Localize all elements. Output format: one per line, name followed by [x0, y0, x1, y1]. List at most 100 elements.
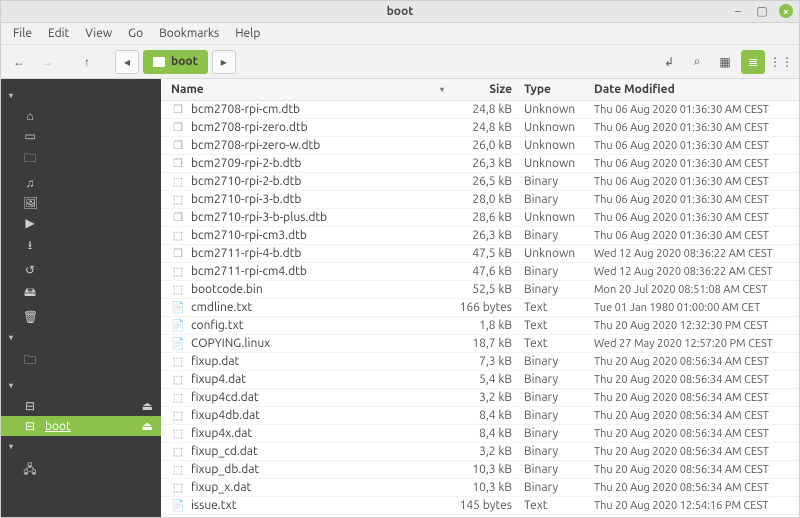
sidebar-item-label: Videos — [45, 217, 82, 230]
file-size-cell: 26,0 kB — [452, 139, 524, 152]
toolbar: ← → ↑ ◂ boot ▸ ↲ ⌕ ▦ ≣ ⋮⋮ — [1, 45, 799, 79]
file-row[interactable]: ⬚fixup4cd.dat3,2 kBBinaryThu 20 Aug 2020… — [161, 389, 799, 407]
file-size-cell: 5,4 kB — [452, 373, 524, 386]
sidebar-item-videos[interactable]: ▶Videos — [1, 213, 161, 233]
file-unk-icon: ❒ — [171, 121, 185, 135]
file-name-cell: ⬚bcm2710-rpi-3-b.dtb — [161, 193, 452, 207]
sidebar-group-network[interactable]: ▾Network — [1, 436, 161, 457]
file-date-cell: Thu 06 Aug 2020 01:36:30 AM CEST — [594, 122, 799, 134]
file-row[interactable]: ⬚fixup4x.dat8,4 kBBinaryThu 20 Aug 2020 … — [161, 425, 799, 443]
nav-forward-button[interactable]: → — [35, 50, 59, 74]
menu-bookmarks[interactable]: Bookmarks — [153, 25, 225, 42]
view-compact-button[interactable]: ⋮⋮ — [769, 50, 793, 74]
sidebar-item-coligo-simulation[interactable]: 🗀coligo-simulation — [1, 348, 161, 375]
file-row[interactable]: 📄config.txt1,8 kBTextThu 20 Aug 2020 12:… — [161, 317, 799, 335]
file-row[interactable]: ❒bcm2708-rpi-zero.dtb24,8 kBUnknownThu 0… — [161, 119, 799, 137]
column-size[interactable]: Size — [452, 83, 524, 96]
file-row[interactable]: ⬚fixup_x.dat10,3 kBBinaryThu 20 Aug 2020… — [161, 479, 799, 497]
file-size-cell: 8,4 kB — [452, 427, 524, 440]
sort-indicator-icon: ▾ — [440, 85, 444, 94]
file-row[interactable]: ⬚bcm2710-rpi-2-b.dtb26,5 kBBinaryThu 06 … — [161, 173, 799, 191]
sidebar-group-my-computer[interactable]: ▾My Computer — [1, 85, 161, 106]
sidebar-item-home[interactable]: ⌂Home — [1, 106, 161, 126]
home-icon: ⌂ — [23, 109, 37, 123]
sidebar-item-pictures[interactable]: 🖼Pictures — [1, 193, 161, 213]
breadcrumb-label: boot — [171, 55, 198, 68]
menu-edit[interactable]: Edit — [42, 25, 75, 42]
titlebar[interactable]: boot – ▢ × — [1, 1, 799, 23]
file-date-cell: Thu 20 Aug 2020 12:32:30 PM CEST — [594, 320, 799, 332]
file-bin-icon: ⬚ — [171, 193, 185, 207]
sidebar-item-downloads[interactable]: ⭳Downloads — [1, 233, 161, 260]
column-name[interactable]: Name ▾ — [161, 83, 452, 96]
file-date-cell: Thu 20 Aug 2020 08:56:34 AM CEST — [594, 464, 799, 476]
eject-icon[interactable]: ⏏ — [142, 419, 153, 433]
file-row[interactable]: 📄cmdline.txt166 bytesTextTue 01 Jan 1980… — [161, 299, 799, 317]
sidebar-item-boot[interactable]: ⊟boot⏏ — [1, 416, 161, 436]
file-row[interactable]: ⬚bootcode.bin52,5 kBBinaryMon 20 Jul 202… — [161, 281, 799, 299]
sidebar-item-recent[interactable]: ↺Recent — [1, 260, 161, 280]
sidebar-item-network[interactable]: 🖧Network — [1, 457, 161, 484]
file-date-cell: Thu 06 Aug 2020 01:36:30 AM CEST — [594, 176, 799, 188]
view-list-button[interactable]: ≣ — [741, 50, 765, 74]
search-button[interactable]: ⌕ — [685, 50, 709, 74]
file-date-cell: Thu 20 Aug 2020 08:56:34 AM CEST — [594, 356, 799, 368]
nav-back-button[interactable]: ← — [7, 50, 31, 74]
minimize-button[interactable]: – — [731, 4, 745, 18]
file-row[interactable]: 📄COPYING.linux18,7 kBTextWed 27 May 2020… — [161, 335, 799, 353]
file-type-cell: Binary — [524, 373, 594, 386]
file-row[interactable]: ❒bcm2709-rpi-2-b.dtb26,3 kBUnknownThu 06… — [161, 155, 799, 173]
file-row[interactable]: 📄issue.txt145 bytesTextThu 20 Aug 2020 1… — [161, 497, 799, 515]
menu-help[interactable]: Help — [229, 25, 266, 42]
file-name-cell: ⬚bcm2710-rpi-2-b.dtb — [161, 175, 452, 189]
column-type[interactable]: Type — [524, 83, 594, 96]
file-name-cell: 📄cmdline.txt — [161, 301, 452, 315]
file-list[interactable]: ❒bcm2708-rpi-cm.dtb24,8 kBUnknownThu 06 … — [161, 101, 799, 517]
file-row[interactable]: ❒bcm2708-rpi-cm.dtb24,8 kBUnknownThu 06 … — [161, 101, 799, 119]
file-row[interactable]: ⬚fixup.dat7,3 kBBinaryThu 20 Aug 2020 08… — [161, 353, 799, 371]
close-button[interactable]: × — [779, 4, 793, 18]
file-row[interactable]: ⬚fixup_cd.dat3,2 kBBinaryThu 20 Aug 2020… — [161, 443, 799, 461]
file-row[interactable]: ❒bcm2708-rpi-zero-w.dtb26,0 kBUnknownThu… — [161, 137, 799, 155]
file-size-cell: 24,8 kB — [452, 103, 524, 116]
sidebar-item-music[interactable]: ♫Music — [1, 173, 161, 193]
file-type-cell: Binary — [524, 391, 594, 404]
menu-file[interactable]: File — [7, 25, 38, 42]
path-next-button[interactable]: ▸ — [212, 50, 236, 74]
file-row[interactable]: ⬚fixup_db.dat10,3 kBBinaryThu 20 Aug 202… — [161, 461, 799, 479]
sidebar-group-bookmarks[interactable]: ▾Bookmarks — [1, 327, 161, 348]
file-name-cell: ❒bcm2711-rpi-4-b.dtb — [161, 247, 452, 261]
sidebar-item-desktop[interactable]: ▭Desktop — [1, 126, 161, 146]
music-icon: ♫ — [23, 176, 37, 190]
sidebar-item-file-system[interactable]: 🖴File System — [1, 280, 161, 307]
file-row[interactable]: ❒bcm2710-rpi-3-b-plus.dtb28,6 kBUnknownT… — [161, 209, 799, 227]
file-row[interactable]: ❒kernel.img5,3 MBUnknownWed 12 Aug 2020 … — [161, 515, 799, 517]
file-size-cell: 3,2 kB — [452, 445, 524, 458]
maximize-button[interactable]: ▢ — [755, 4, 769, 18]
path-prev-button[interactable]: ◂ — [115, 50, 139, 74]
file-row[interactable]: ❒bcm2711-rpi-4-b.dtb47,5 kBUnknownWed 12… — [161, 245, 799, 263]
view-grid-button[interactable]: ▦ — [713, 50, 737, 74]
sidebar-group-devices[interactable]: ▾Devices — [1, 375, 161, 396]
drive-icon: ⊟ — [23, 419, 37, 433]
breadcrumb-boot[interactable]: boot — [143, 50, 208, 74]
nav-up-button[interactable]: ↑ — [75, 50, 99, 74]
sidebar-item-rootfs[interactable]: ⊟rootfs⏏ — [1, 396, 161, 416]
file-name-cell: ⬚bcm2710-rpi-cm3.dtb — [161, 229, 452, 243]
menu-view[interactable]: View — [79, 25, 118, 42]
file-row[interactable]: ⬚fixup4.dat5,4 kBBinaryThu 20 Aug 2020 0… — [161, 371, 799, 389]
file-row[interactable]: ⬚bcm2711-rpi-cm4.dtb47,6 kBBinaryWed 12 … — [161, 263, 799, 281]
column-date[interactable]: Date Modified — [594, 83, 799, 96]
sidebar-item-documents[interactable]: 🗀Documents — [1, 146, 161, 173]
menu-go[interactable]: Go — [122, 25, 149, 42]
toggle-path-entry-button[interactable]: ↲ — [657, 50, 681, 74]
file-size-cell: 26,5 kB — [452, 175, 524, 188]
file-type-cell: Binary — [524, 355, 594, 368]
sidebar-item-trash[interactable]: 🗑Trash — [1, 307, 161, 327]
file-row[interactable]: ⬚fixup4db.dat8,4 kBBinaryThu 20 Aug 2020… — [161, 407, 799, 425]
eject-icon[interactable]: ⏏ — [142, 399, 153, 413]
file-row[interactable]: ⬚bcm2710-rpi-3-b.dtb28,0 kBBinaryThu 06 … — [161, 191, 799, 209]
file-name-cell: ⬚fixup_x.dat — [161, 481, 452, 495]
file-type-cell: Text — [524, 499, 594, 512]
file-row[interactable]: ⬚bcm2710-rpi-cm3.dtb26,3 kBBinaryThu 06 … — [161, 227, 799, 245]
